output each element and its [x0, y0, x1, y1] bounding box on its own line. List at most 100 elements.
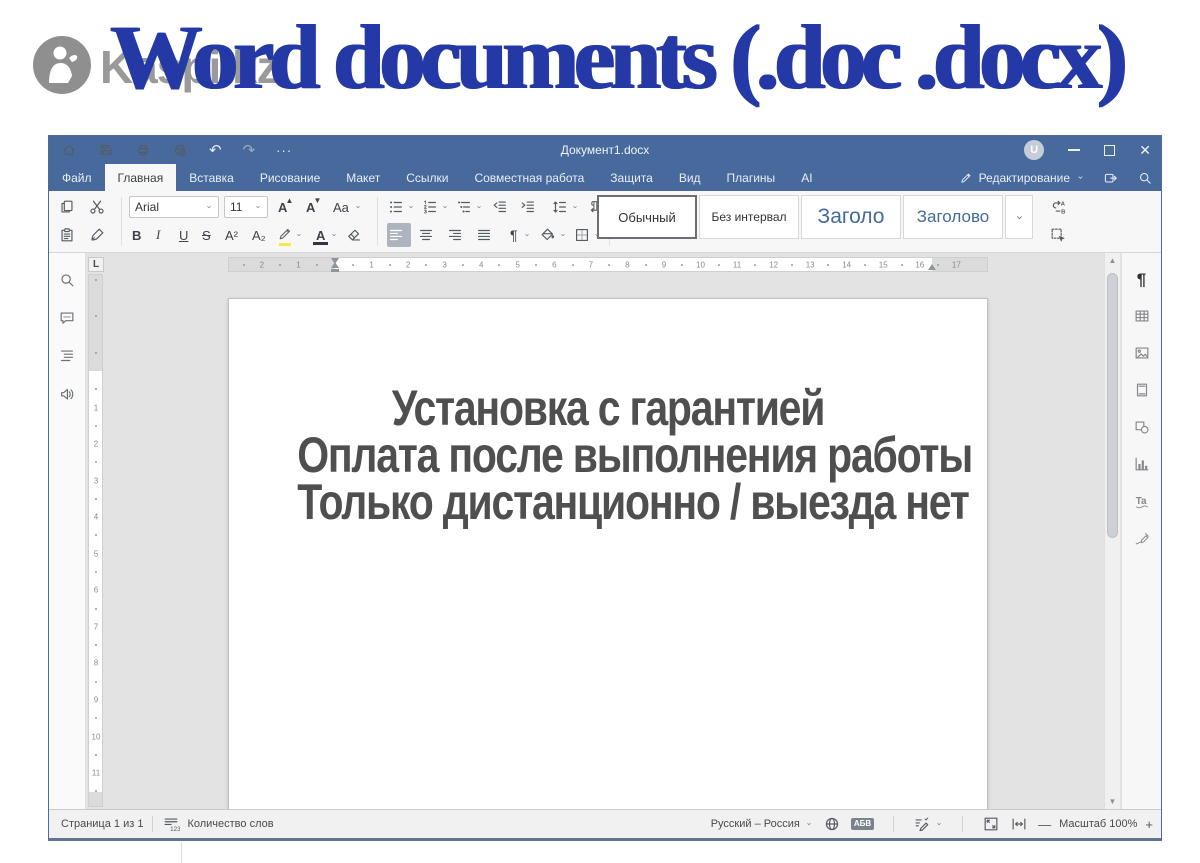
bullets-button[interactable] [387, 195, 415, 219]
tab-draw[interactable]: Рисование [247, 164, 333, 191]
left-indent-marker[interactable] [331, 269, 339, 272]
editing-mode-label: Редактирование [979, 171, 1070, 185]
style-heading1[interactable]: Заголо [801, 195, 901, 239]
select-all-button[interactable] [1049, 223, 1067, 247]
style-normal[interactable]: Обычный [597, 195, 697, 239]
underline-button[interactable]: U [176, 223, 191, 247]
search-icon[interactable] [58, 271, 76, 289]
navigation-headings-icon[interactable] [58, 347, 76, 365]
fit-page-icon[interactable] [982, 815, 1000, 833]
horizontal-ruler[interactable]: 211234567891011121314151617 [228, 257, 988, 272]
ruler-tick [498, 264, 500, 266]
align-center-button[interactable] [417, 223, 435, 247]
shape-settings-icon[interactable] [1133, 418, 1151, 436]
search-icon[interactable] [1137, 170, 1153, 186]
divider [121, 197, 122, 246]
tab-protection[interactable]: Защита [597, 164, 666, 191]
table-settings-icon[interactable] [1133, 307, 1151, 325]
bold-button[interactable]: B [129, 223, 144, 247]
shading-button[interactable] [539, 223, 567, 247]
tab-insert[interactable]: Вставка [176, 164, 247, 191]
more-actions-icon[interactable]: ··· [276, 143, 292, 158]
close-button[interactable]: ✕ [1139, 143, 1151, 157]
style-no-spacing[interactable]: Без интервал [699, 195, 799, 239]
document-page[interactable]: Установка с гарантией Оплата после выпол… [228, 298, 988, 809]
track-changes-button[interactable] [913, 815, 943, 833]
increment-font-button[interactable]: A▲ [274, 195, 291, 219]
align-left-button[interactable] [387, 223, 411, 247]
justify-button[interactable] [475, 223, 493, 247]
tab-home[interactable]: Главная [105, 164, 177, 191]
tab-plugins[interactable]: Плагины [714, 164, 789, 191]
feedback-icon[interactable] [58, 385, 76, 403]
quick-print-icon[interactable] [172, 142, 188, 158]
chart-settings-icon[interactable] [1133, 455, 1151, 473]
minimize-button[interactable] [1068, 149, 1080, 151]
hanging-indent-marker[interactable] [331, 262, 339, 268]
document-language-icon[interactable] [823, 815, 841, 833]
scroll-up-arrow[interactable]: ▲ [1105, 256, 1120, 265]
vertical-ruler[interactable]: 1234567891011 [88, 274, 103, 807]
scrollbar-thumb[interactable] [1107, 273, 1118, 538]
find-replace-button[interactable] [1049, 195, 1067, 219]
tab-layout[interactable]: Макет [333, 164, 393, 191]
highlight-color-button[interactable] [277, 223, 303, 247]
paste-button[interactable] [58, 223, 76, 247]
print-icon[interactable] [135, 142, 151, 158]
italic-button[interactable]: I [153, 223, 163, 247]
tab-collaboration[interactable]: Совместная работа [461, 164, 597, 191]
align-right-button[interactable] [446, 223, 464, 247]
paragraph-settings-icon[interactable]: ¶ [1137, 271, 1146, 288]
styles-gallery-expand-button[interactable] [1005, 195, 1033, 239]
numbering-button[interactable] [421, 195, 449, 219]
header-footer-settings-icon[interactable] [1133, 381, 1151, 399]
zoom-in-button[interactable]: + [1145, 818, 1153, 831]
decrease-indent-button[interactable] [491, 195, 509, 219]
user-avatar[interactable]: U [1024, 140, 1044, 160]
spell-check-toggle[interactable]: АБВ [851, 818, 874, 830]
vertical-scrollbar[interactable]: ▲ ▼ [1104, 253, 1120, 809]
increase-indent-button[interactable] [519, 195, 537, 219]
open-file-location-icon[interactable] [1103, 170, 1119, 186]
cut-button[interactable] [88, 195, 106, 219]
maximize-button[interactable] [1104, 145, 1115, 156]
clear-style-button[interactable] [345, 223, 363, 247]
subscript-button[interactable]: A₂ [249, 223, 269, 247]
tab-references[interactable]: Ссылки [393, 164, 461, 191]
language-selector[interactable]: Русский – Россия [711, 818, 813, 830]
home-icon[interactable] [61, 142, 77, 158]
redo-icon[interactable]: ↷ [243, 141, 256, 159]
line-spacing-button[interactable] [551, 195, 579, 219]
strikethrough-button[interactable]: S [199, 223, 214, 247]
font-size-combo[interactable]: 11 [224, 195, 268, 219]
tab-view[interactable]: Вид [666, 164, 714, 191]
word-count-icon[interactable] [162, 815, 180, 833]
page-number-label[interactable]: Страница 1 из 1 [49, 818, 143, 830]
word-count-label[interactable]: Количество слов [180, 818, 273, 830]
divider [377, 197, 378, 246]
tab-file[interactable]: Файл [49, 164, 105, 191]
right-indent-marker[interactable] [928, 264, 936, 270]
undo-icon[interactable]: ↶ [209, 141, 222, 159]
nonprinting-chars-button[interactable]: ¶ [507, 223, 531, 247]
scroll-down-arrow[interactable]: ▼ [1105, 797, 1120, 806]
signature-settings-icon[interactable] [1133, 529, 1151, 547]
editing-mode-button[interactable]: Редактирование [959, 171, 1085, 185]
save-icon[interactable] [98, 142, 114, 158]
decrement-font-button[interactable]: A▼ [302, 195, 319, 219]
comments-icon[interactable] [58, 309, 76, 327]
copy-button[interactable] [58, 195, 76, 219]
image-settings-icon[interactable] [1133, 344, 1151, 362]
zoom-out-button[interactable]: — [1038, 818, 1051, 831]
format-painter-button[interactable] [88, 223, 106, 247]
tab-ai[interactable]: AI [788, 164, 825, 191]
superscript-button[interactable]: A² [222, 223, 241, 247]
fit-width-icon[interactable] [1010, 815, 1028, 833]
multilevel-list-button[interactable] [455, 195, 483, 219]
font-name-combo[interactable]: Arial [129, 195, 219, 219]
tab-stop-selector[interactable]: L [88, 257, 104, 272]
textart-settings-icon[interactable] [1133, 492, 1151, 510]
font-color-button[interactable]: A [313, 223, 338, 247]
change-case-button[interactable]: Aa [330, 195, 362, 219]
style-heading2[interactable]: Заголово [903, 195, 1003, 239]
